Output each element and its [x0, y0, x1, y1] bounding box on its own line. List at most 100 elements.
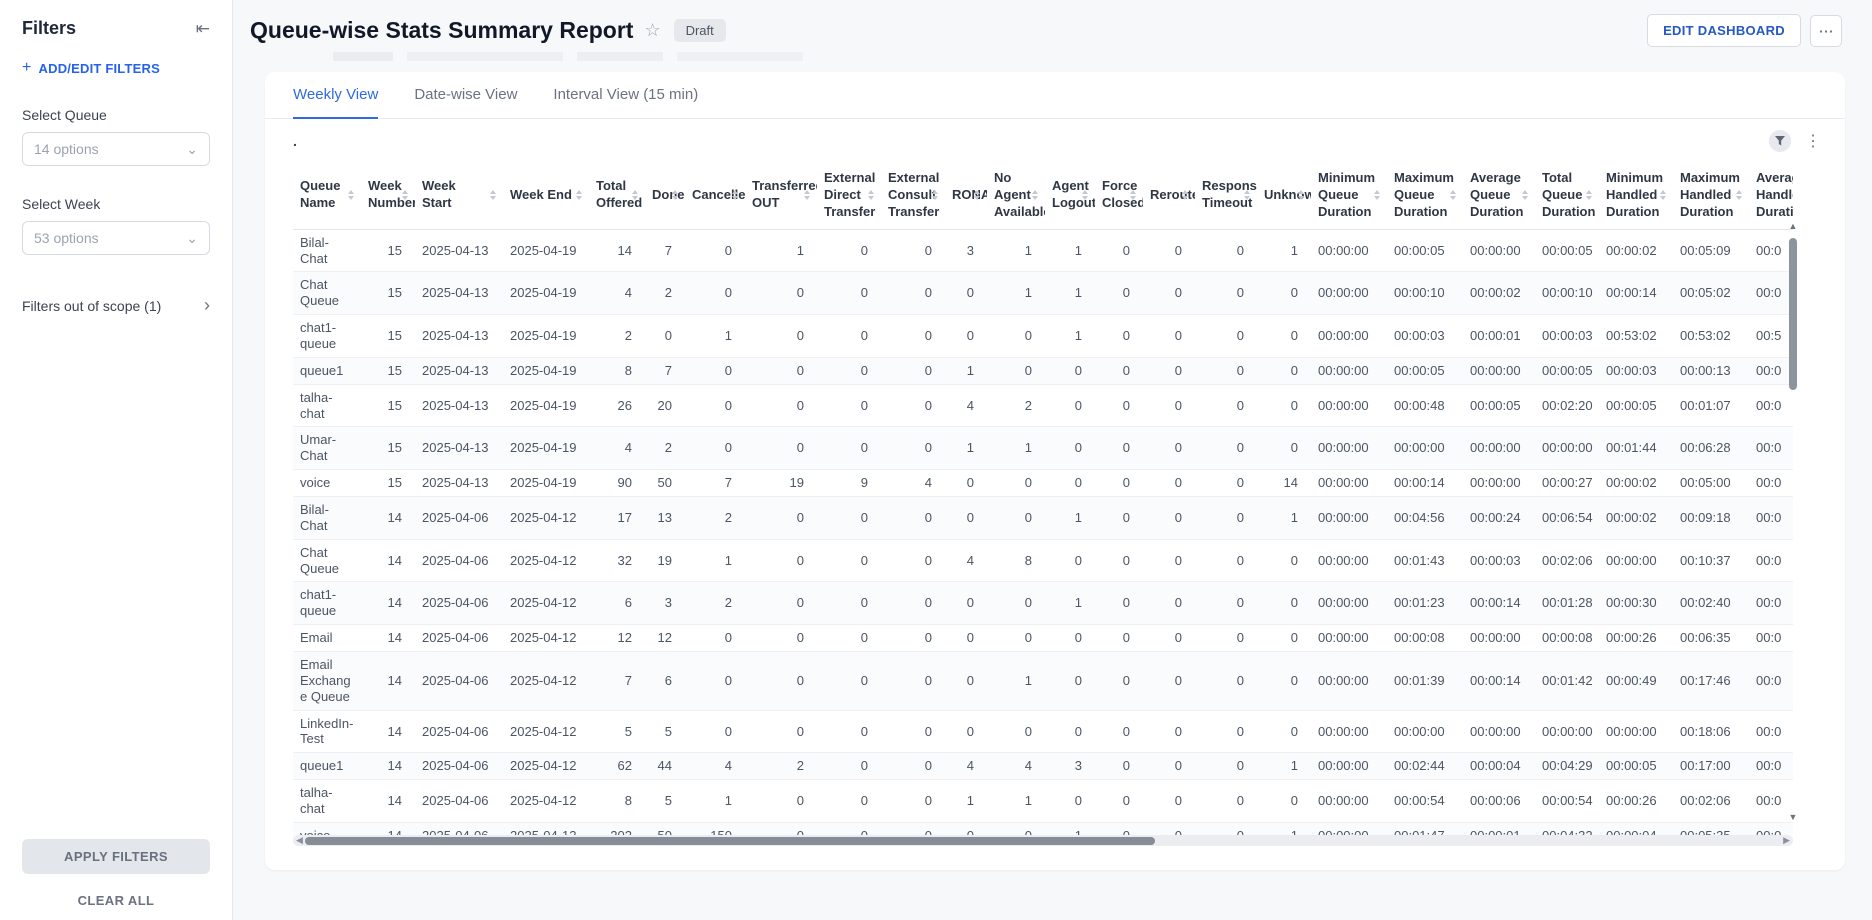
- cell: 0: [745, 582, 817, 625]
- cell: 1: [1257, 753, 1311, 780]
- sort-icon[interactable]: [932, 190, 938, 200]
- cell: 00:00:00: [1311, 315, 1387, 358]
- sort-icon[interactable]: [1660, 190, 1666, 200]
- column-header[interactable]: Minimum Handled Duration: [1599, 162, 1673, 229]
- sort-icon[interactable]: [1244, 190, 1250, 200]
- sort-icon[interactable]: [1130, 190, 1136, 200]
- sort-icon[interactable]: [490, 190, 496, 200]
- column-header[interactable]: Total Offered: [589, 162, 645, 229]
- sort-icon[interactable]: [402, 190, 408, 200]
- cell: 0: [1195, 470, 1257, 497]
- column-header[interactable]: Cancelled: [685, 162, 745, 229]
- cell: voice: [293, 470, 361, 497]
- column-header[interactable]: External Direct Transfer: [817, 162, 881, 229]
- column-header[interactable]: Done: [645, 162, 685, 229]
- sort-icon[interactable]: [1522, 190, 1528, 200]
- cell: 0: [745, 780, 817, 823]
- sort-icon[interactable]: [1032, 190, 1038, 200]
- cell: 00:00:08: [1387, 625, 1463, 652]
- column-header[interactable]: Force Closed: [1095, 162, 1143, 229]
- column-header[interactable]: Week Start: [415, 162, 503, 229]
- column-header[interactable]: Maximum Queue Duration: [1387, 162, 1463, 229]
- cell: 0: [1195, 625, 1257, 652]
- filters-out-of-scope[interactable]: Filters out of scope (1) ›: [22, 295, 210, 316]
- column-header[interactable]: Minimum Queue Duration: [1311, 162, 1387, 229]
- column-header[interactable]: Week Number: [361, 162, 415, 229]
- scroll-up-icon[interactable]: ▲: [1789, 222, 1798, 231]
- scroll-down-icon[interactable]: ▼: [1789, 813, 1798, 822]
- cell: 0: [881, 753, 945, 780]
- column-header[interactable]: Unknown: [1257, 162, 1311, 229]
- tab-weekly-view[interactable]: Weekly View: [293, 72, 378, 119]
- sort-icon[interactable]: [348, 190, 354, 200]
- column-header[interactable]: Queue Name: [293, 162, 361, 229]
- sort-icon[interactable]: [1082, 190, 1088, 200]
- column-header[interactable]: Response Timeout: [1195, 162, 1257, 229]
- cell: 0: [1095, 539, 1143, 582]
- filters-title: Filters: [22, 18, 76, 39]
- cell: 0: [1195, 710, 1257, 753]
- cell: 00:01:23: [1387, 582, 1463, 625]
- column-header[interactable]: Average Queue Duration: [1463, 162, 1535, 229]
- column-header[interactable]: Maximum Handled Duration: [1673, 162, 1749, 229]
- cell: 0: [881, 582, 945, 625]
- column-header[interactable]: Week End: [503, 162, 589, 229]
- tab-interval-view-15-min[interactable]: Interval View (15 min): [553, 72, 698, 119]
- cell: 00:00:04: [1463, 753, 1535, 780]
- sort-icon[interactable]: [974, 190, 980, 200]
- sort-icon[interactable]: [576, 190, 582, 200]
- cell: 0: [1143, 357, 1195, 384]
- apply-filters-button[interactable]: APPLY FILTERS: [22, 839, 210, 874]
- cell: 0: [1045, 357, 1095, 384]
- table-filter-icon[interactable]: [1769, 130, 1791, 152]
- sort-icon[interactable]: [632, 190, 638, 200]
- sort-icon[interactable]: [1586, 190, 1592, 200]
- tab-date-wise-view[interactable]: Date-wise View: [414, 72, 517, 119]
- sort-icon[interactable]: [1450, 190, 1456, 200]
- sort-icon[interactable]: [1374, 190, 1380, 200]
- column-header[interactable]: Average Handled Duration: [1749, 162, 1793, 229]
- cell: 4: [589, 427, 645, 470]
- horizontal-scrollbar[interactable]: ◀ ▶: [293, 835, 1793, 846]
- edit-dashboard-button[interactable]: EDIT DASHBOARD: [1647, 14, 1801, 47]
- add-edit-filters-button[interactable]: + ADD/EDIT FILTERS: [22, 59, 210, 77]
- column-header[interactable]: Agent Logout: [1045, 162, 1095, 229]
- sort-icon[interactable]: [1736, 190, 1742, 200]
- column-header[interactable]: No Agent Available: [987, 162, 1045, 229]
- cell: 50: [645, 470, 685, 497]
- chevron-down-icon: ⌄: [186, 230, 198, 247]
- cell: 0: [1095, 315, 1143, 358]
- horizontal-scrollbar-thumb[interactable]: [305, 837, 1155, 845]
- more-menu-button[interactable]: ⋯: [1810, 15, 1842, 47]
- cell: 1: [987, 652, 1045, 711]
- column-header[interactable]: Total Queue Duration: [1535, 162, 1599, 229]
- scroll-right-icon[interactable]: ▶: [1783, 836, 1790, 845]
- cell: 4: [589, 272, 645, 315]
- cell: 8: [987, 539, 1045, 582]
- sort-icon[interactable]: [868, 190, 874, 200]
- column-header[interactable]: Reroute: [1143, 162, 1195, 229]
- column-header[interactable]: External Consult Transfer: [881, 162, 945, 229]
- favorite-star-icon[interactable]: ☆: [644, 20, 660, 41]
- kebab-menu-icon[interactable]: ⋮: [1805, 131, 1821, 151]
- clear-all-button[interactable]: CLEAR ALL: [0, 893, 232, 908]
- vertical-scrollbar-thumb[interactable]: [1789, 238, 1797, 390]
- sort-icon[interactable]: [804, 190, 810, 200]
- scroll-left-icon[interactable]: ◀: [296, 836, 303, 845]
- cell: 0: [1143, 470, 1195, 497]
- column-header[interactable]: Transferred OUT: [745, 162, 817, 229]
- column-header[interactable]: RONA: [945, 162, 987, 229]
- sort-icon[interactable]: [672, 190, 678, 200]
- queue-select[interactable]: 14 options ⌄: [22, 132, 210, 166]
- sort-icon[interactable]: [732, 190, 738, 200]
- sort-icon[interactable]: [1182, 190, 1188, 200]
- sort-icon[interactable]: [1298, 190, 1304, 200]
- week-select[interactable]: 53 options ⌄: [22, 221, 210, 255]
- cell: 0: [881, 357, 945, 384]
- cell: 2025-04-19: [503, 229, 589, 272]
- cell: 2: [685, 582, 745, 625]
- vertical-scrollbar[interactable]: ▲ ▼: [1787, 222, 1799, 822]
- table-row: Chat Queue142025-04-062025-04-1232191000…: [293, 539, 1793, 582]
- collapse-sidebar-icon[interactable]: ⇤: [196, 19, 210, 39]
- cell: 15: [361, 315, 415, 358]
